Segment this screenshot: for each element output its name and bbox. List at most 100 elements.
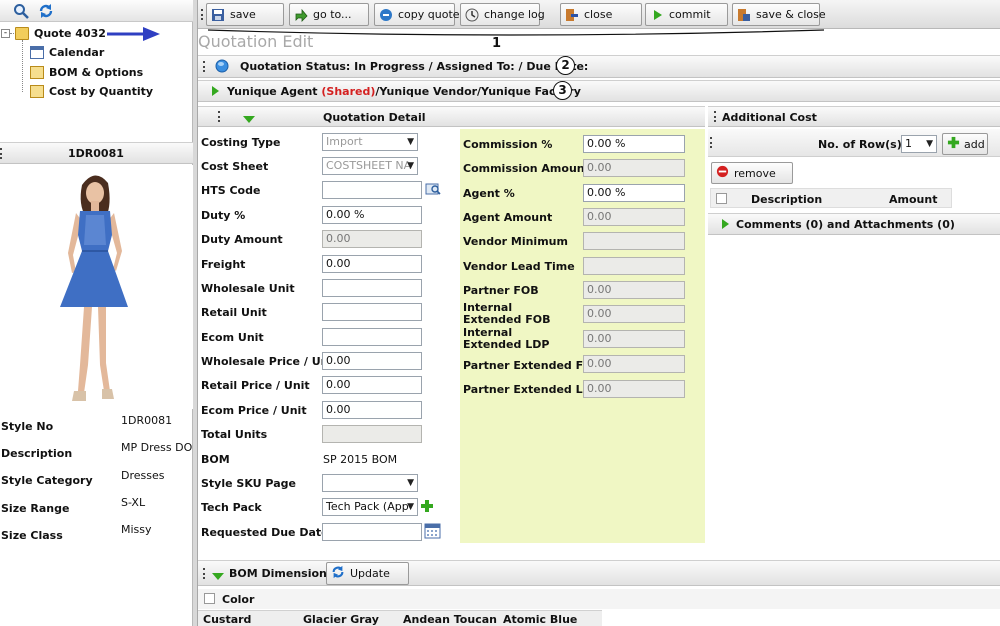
ecom-unit-label: Ecom Unit [201,331,264,344]
tree-item-cost-by-quantity[interactable]: Cost by Quantity [30,82,153,100]
copy-quote-button[interactable]: copy quote [374,3,460,26]
remove-row-button[interactable]: remove [711,162,793,184]
update-icon [331,565,345,582]
collapse-arrow-icon[interactable] [212,570,224,583]
freight-label: Freight [201,258,246,271]
add-tech-pack-icon[interactable] [420,499,434,516]
hts-code-input[interactable] [322,181,422,199]
close-button[interactable]: close [560,3,642,26]
grip-handle[interactable] [203,61,205,72]
costing-type-select[interactable]: Import ▼ [322,133,418,151]
attr-label: Style Category [1,474,93,487]
duty-percent-input[interactable]: 0.00 % [322,206,422,224]
chevron-down-icon: ▼ [407,161,414,171]
vendor-lead-time-label: Vendor Lead Time [463,260,575,273]
collapse-arrow-icon[interactable] [243,113,255,126]
commit-label: commit [669,8,711,21]
grip-handle[interactable] [714,111,716,122]
change-log-button[interactable]: change log [460,3,545,26]
annotation-number-1: 1 [492,36,502,51]
rows-select[interactable]: 1 ▼ [901,135,937,153]
vendor-factory-text: /Yunique Vendor/Yunique Factory [375,85,581,98]
calendar-picker-icon[interactable] [424,523,441,542]
costing-type-value: Import [326,135,363,148]
wholesale-price-input[interactable]: 0.00 [322,352,422,370]
search-icon[interactable] [13,3,29,19]
quotation-detail-header: Quotation Detail [198,106,705,127]
tech-pack-value: Tech Pack (App [326,500,409,513]
grip-handle[interactable] [203,568,205,579]
chevron-down-icon: ▼ [926,139,933,149]
color-checkbox[interactable] [204,593,215,604]
parties-bar[interactable]: Yunique Agent (Shared)/Yunique Vendor/Yu… [198,80,1000,102]
tree-item-calendar[interactable]: Calendar [30,43,104,61]
tree-root-quote[interactable]: Quote 4032 [15,24,106,42]
color-item: Andean Toucan [403,613,497,626]
annotation-number-3: 3 [553,81,572,100]
freight-input[interactable]: 0.00 [322,255,422,273]
total-units-field [322,425,422,443]
close-label: close [584,8,613,21]
goto-icon [294,8,308,22]
partner-fob-field: 0.00 [583,281,685,299]
lookup-icon[interactable] [425,182,441,199]
vendor-minimum-field [583,232,685,250]
select-all-checkbox[interactable] [716,193,727,204]
cost-sheet-select[interactable]: COSTSHEET NA ▼ [322,157,418,175]
quotation-status-bar: Quotation Status: In Progress / Assigned… [198,55,1000,78]
bom-dimensions-header: BOM Dimensions Update [198,560,1000,586]
tech-pack-select[interactable]: Tech Pack (App ▼ [322,498,418,516]
attr-label: Size Range [1,502,70,515]
partner-extended-ldp-field: 0.00 [583,380,685,398]
quotation-detail-title: Quotation Detail [323,111,426,124]
bom-dimensions-title: BOM Dimensions [229,567,334,580]
grip-handle[interactable] [710,137,712,148]
collapse-tree-icon[interactable]: - [1,29,10,38]
vendor-lead-time-field [583,257,685,275]
ecom-unit-input[interactable] [322,328,422,346]
save-close-button[interactable]: save & close [732,3,826,26]
partner-extended-fob-label: Partner Extended FOB [463,359,601,372]
goto-button[interactable]: go to... [289,3,369,26]
save-icon [211,8,225,22]
expand-arrow-icon[interactable] [722,219,729,232]
commit-button[interactable]: commit [645,3,728,26]
tree-item-label: BOM & Options [49,65,144,79]
add-row-button[interactable]: add [942,133,988,155]
hts-code-label: HTS Code [201,184,261,197]
attr-value: S-XL [121,496,146,509]
wholesale-unit-input[interactable] [322,279,422,297]
retail-price-input[interactable]: 0.00 [322,376,422,394]
retail-unit-input[interactable] [322,303,422,321]
refresh-icon[interactable] [38,3,54,19]
update-label: Update [350,567,390,580]
expand-arrow-icon[interactable] [212,86,219,99]
comments-attachments-bar[interactable]: Comments (0) and Attachments (0) [708,213,1000,235]
product-image [0,165,193,409]
color-item: Atomic Blue [503,613,578,626]
vendor-minimum-label: Vendor Minimum [463,235,568,248]
save-close-label: save & close [756,8,826,21]
bom-value: SP 2015 BOM [323,453,398,466]
add-label: add [964,137,985,151]
additional-cost-title: Additional Cost [722,111,817,124]
attr-value: Missy [121,523,152,536]
color-list: Custard Glacier Gray Andean Toucan Atomi… [198,610,602,626]
tech-pack-label: Tech Pack [201,501,262,514]
wholesale-price-label: Wholesale Price / Unit [201,355,338,368]
document-icon [30,65,44,79]
style-sku-page-select[interactable]: ▼ [322,474,418,492]
grip-handle[interactable] [201,9,203,20]
grip-handle[interactable] [0,148,2,159]
agent-percent-input[interactable]: 0.00 % [583,184,685,202]
commission-percent-input[interactable]: 0.00 % [583,135,685,153]
style-header-title: 1DR0081 [68,147,124,160]
save-button[interactable]: save [206,3,284,26]
requested-due-date-input[interactable] [322,523,422,541]
update-button[interactable]: Update [326,562,409,585]
tree-item-bom-options[interactable]: BOM & Options [30,63,143,81]
save-close-icon [737,8,751,22]
attr-value: 1DR0081 [121,414,173,427]
grip-handle[interactable] [218,111,220,122]
ecom-price-input[interactable]: 0.00 [322,401,422,419]
